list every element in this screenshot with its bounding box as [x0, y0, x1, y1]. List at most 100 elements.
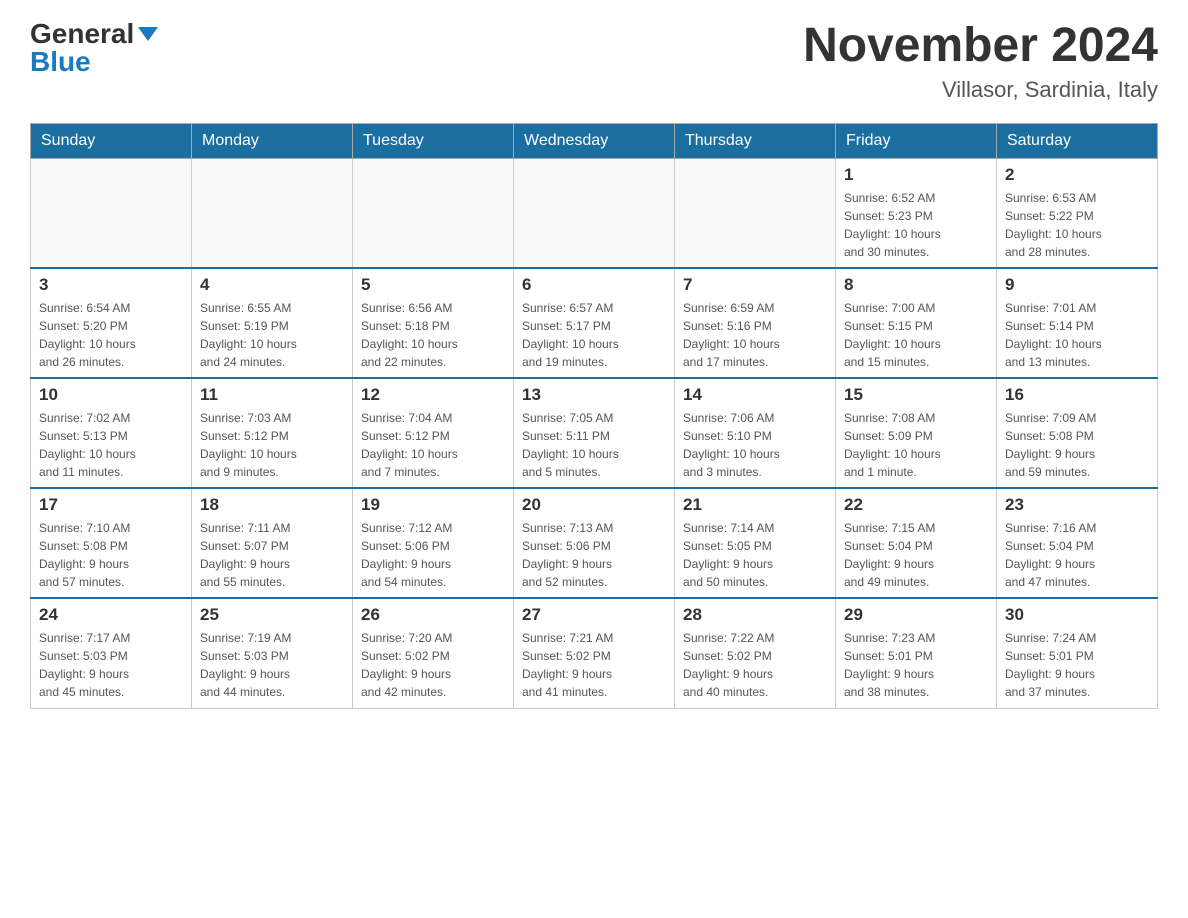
day-of-week-header: Wednesday: [514, 123, 675, 158]
day-number: 14: [683, 385, 827, 405]
calendar-cell: 16 Sunrise: 7:09 AMSunset: 5:08 PMDayligh…: [997, 378, 1158, 488]
day-info: Sunrise: 7:23 AMSunset: 5:01 PMDaylight:…: [844, 629, 988, 701]
logo-general-text: General: [30, 20, 134, 48]
calendar-cell: [192, 158, 353, 268]
day-number: 7: [683, 275, 827, 295]
calendar-cell: 11 Sunrise: 7:03 AMSunset: 5:12 PMDayligh…: [192, 378, 353, 488]
day-info: Sunrise: 7:17 AMSunset: 5:03 PMDaylight:…: [39, 629, 183, 701]
day-of-week-header: Sunday: [31, 123, 192, 158]
calendar-cell: 7 Sunrise: 6:59 AMSunset: 5:16 PMDaylight…: [675, 268, 836, 378]
calendar-cell: [31, 158, 192, 268]
day-number: 16: [1005, 385, 1149, 405]
day-number: 1: [844, 165, 988, 185]
day-number: 5: [361, 275, 505, 295]
day-info: Sunrise: 7:02 AMSunset: 5:13 PMDaylight:…: [39, 409, 183, 481]
calendar-cell: 15 Sunrise: 7:08 AMSunset: 5:09 PMDayligh…: [836, 378, 997, 488]
calendar-cell: 12 Sunrise: 7:04 AMSunset: 5:12 PMDayligh…: [353, 378, 514, 488]
location-text: Villasor, Sardinia, Italy: [803, 77, 1158, 103]
day-number: 17: [39, 495, 183, 515]
title-section: November 2024 Villasor, Sardinia, Italy: [803, 20, 1158, 103]
calendar-cell: [353, 158, 514, 268]
calendar-cell: 10 Sunrise: 7:02 AMSunset: 5:13 PMDayligh…: [31, 378, 192, 488]
day-info: Sunrise: 7:09 AMSunset: 5:08 PMDaylight:…: [1005, 409, 1149, 481]
calendar-table: SundayMondayTuesdayWednesdayThursdayFrid…: [30, 123, 1158, 709]
day-of-week-header: Monday: [192, 123, 353, 158]
day-info: Sunrise: 7:04 AMSunset: 5:12 PMDaylight:…: [361, 409, 505, 481]
calendar-cell: 27 Sunrise: 7:21 AMSunset: 5:02 PMDayligh…: [514, 598, 675, 708]
day-number: 2: [1005, 165, 1149, 185]
day-info: Sunrise: 7:15 AMSunset: 5:04 PMDaylight:…: [844, 519, 988, 591]
calendar-cell: 19Sunrise: 7:12 AMSunset: 5:06 PMDayligh…: [353, 488, 514, 598]
month-title: November 2024: [803, 20, 1158, 73]
day-number: 29: [844, 605, 988, 625]
calendar-cell: 13 Sunrise: 7:05 AMSunset: 5:11 PMDayligh…: [514, 378, 675, 488]
day-of-week-header: Saturday: [997, 123, 1158, 158]
day-number: 24: [39, 605, 183, 625]
calendar-cell: 9Sunrise: 7:01 AMSunset: 5:14 PMDaylight…: [997, 268, 1158, 378]
calendar-cell: 18 Sunrise: 7:11 AMSunset: 5:07 PMDayligh…: [192, 488, 353, 598]
day-number: 9: [1005, 275, 1149, 295]
calendar-cell: 20 Sunrise: 7:13 AMSunset: 5:06 PMDayligh…: [514, 488, 675, 598]
calendar-cell: [514, 158, 675, 268]
day-number: 13: [522, 385, 666, 405]
day-number: 8: [844, 275, 988, 295]
day-info: Sunrise: 6:54 AMSunset: 5:20 PMDaylight:…: [39, 299, 183, 371]
day-info: Sunrise: 7:22 AMSunset: 5:02 PMDaylight:…: [683, 629, 827, 701]
day-info: Sunrise: 6:53 AMSunset: 5:22 PMDaylight:…: [1005, 189, 1149, 261]
calendar-cell: 6Sunrise: 6:57 AMSunset: 5:17 PMDaylight…: [514, 268, 675, 378]
day-info: Sunrise: 7:21 AMSunset: 5:02 PMDaylight:…: [522, 629, 666, 701]
day-info: Sunrise: 7:00 AMSunset: 5:15 PMDaylight:…: [844, 299, 988, 371]
day-number: 26: [361, 605, 505, 625]
calendar-cell: 3Sunrise: 6:54 AMSunset: 5:20 PMDaylight…: [31, 268, 192, 378]
day-info: Sunrise: 6:56 AMSunset: 5:18 PMDaylight:…: [361, 299, 505, 371]
day-info: Sunrise: 7:13 AMSunset: 5:06 PMDaylight:…: [522, 519, 666, 591]
day-info: Sunrise: 6:59 AMSunset: 5:16 PMDaylight:…: [683, 299, 827, 371]
week-row: 1 Sunrise: 6:52 AMSunset: 5:23 PMDaylight…: [31, 158, 1158, 268]
day-number: 27: [522, 605, 666, 625]
day-number: 25: [200, 605, 344, 625]
day-number: 18: [200, 495, 344, 515]
day-number: 28: [683, 605, 827, 625]
calendar-cell: 14 Sunrise: 7:06 AMSunset: 5:10 PMDayligh…: [675, 378, 836, 488]
calendar-cell: 30 Sunrise: 7:24 AMSunset: 5:01 PMDayligh…: [997, 598, 1158, 708]
day-of-week-header: Tuesday: [353, 123, 514, 158]
day-info: Sunrise: 7:06 AMSunset: 5:10 PMDaylight:…: [683, 409, 827, 481]
day-number: 12: [361, 385, 505, 405]
logo: General Blue: [30, 20, 158, 76]
calendar-cell: 25Sunrise: 7:19 AMSunset: 5:03 PMDayligh…: [192, 598, 353, 708]
day-info: Sunrise: 7:24 AMSunset: 5:01 PMDaylight:…: [1005, 629, 1149, 701]
day-info: Sunrise: 7:14 AMSunset: 5:05 PMDaylight:…: [683, 519, 827, 591]
page-header: General Blue November 2024 Villasor, Sar…: [30, 20, 1158, 103]
week-row: 17 Sunrise: 7:10 AMSunset: 5:08 PMDayligh…: [31, 488, 1158, 598]
calendar-cell: 17 Sunrise: 7:10 AMSunset: 5:08 PMDayligh…: [31, 488, 192, 598]
day-number: 10: [39, 385, 183, 405]
calendar-cell: 4Sunrise: 6:55 AMSunset: 5:19 PMDaylight…: [192, 268, 353, 378]
calendar-cell: 29 Sunrise: 7:23 AMSunset: 5:01 PMDayligh…: [836, 598, 997, 708]
week-row: 10 Sunrise: 7:02 AMSunset: 5:13 PMDayligh…: [31, 378, 1158, 488]
day-number: 15: [844, 385, 988, 405]
day-number: 30: [1005, 605, 1149, 625]
day-of-week-header: Friday: [836, 123, 997, 158]
day-number: 4: [200, 275, 344, 295]
day-info: Sunrise: 6:52 AMSunset: 5:23 PMDaylight:…: [844, 189, 988, 261]
day-info: Sunrise: 7:10 AMSunset: 5:08 PMDaylight:…: [39, 519, 183, 591]
day-info: Sunrise: 7:11 AMSunset: 5:07 PMDaylight:…: [200, 519, 344, 591]
day-number: 21: [683, 495, 827, 515]
calendar-cell: 22Sunrise: 7:15 AMSunset: 5:04 PMDayligh…: [836, 488, 997, 598]
calendar-header-row: SundayMondayTuesdayWednesdayThursdayFrid…: [31, 123, 1158, 158]
week-row: 3Sunrise: 6:54 AMSunset: 5:20 PMDaylight…: [31, 268, 1158, 378]
calendar-cell: 26 Sunrise: 7:20 AMSunset: 5:02 PMDayligh…: [353, 598, 514, 708]
calendar-cell: 23Sunrise: 7:16 AMSunset: 5:04 PMDayligh…: [997, 488, 1158, 598]
day-number: 19: [361, 495, 505, 515]
day-info: Sunrise: 7:08 AMSunset: 5:09 PMDaylight:…: [844, 409, 988, 481]
day-number: 11: [200, 385, 344, 405]
calendar-cell: 8 Sunrise: 7:00 AMSunset: 5:15 PMDaylight…: [836, 268, 997, 378]
day-info: Sunrise: 7:20 AMSunset: 5:02 PMDaylight:…: [361, 629, 505, 701]
week-row: 24 Sunrise: 7:17 AMSunset: 5:03 PMDayligh…: [31, 598, 1158, 708]
day-info: Sunrise: 7:03 AMSunset: 5:12 PMDaylight:…: [200, 409, 344, 481]
day-number: 23: [1005, 495, 1149, 515]
day-number: 20: [522, 495, 666, 515]
day-info: Sunrise: 7:05 AMSunset: 5:11 PMDaylight:…: [522, 409, 666, 481]
day-of-week-header: Thursday: [675, 123, 836, 158]
calendar-cell: 2 Sunrise: 6:53 AMSunset: 5:22 PMDaylight…: [997, 158, 1158, 268]
